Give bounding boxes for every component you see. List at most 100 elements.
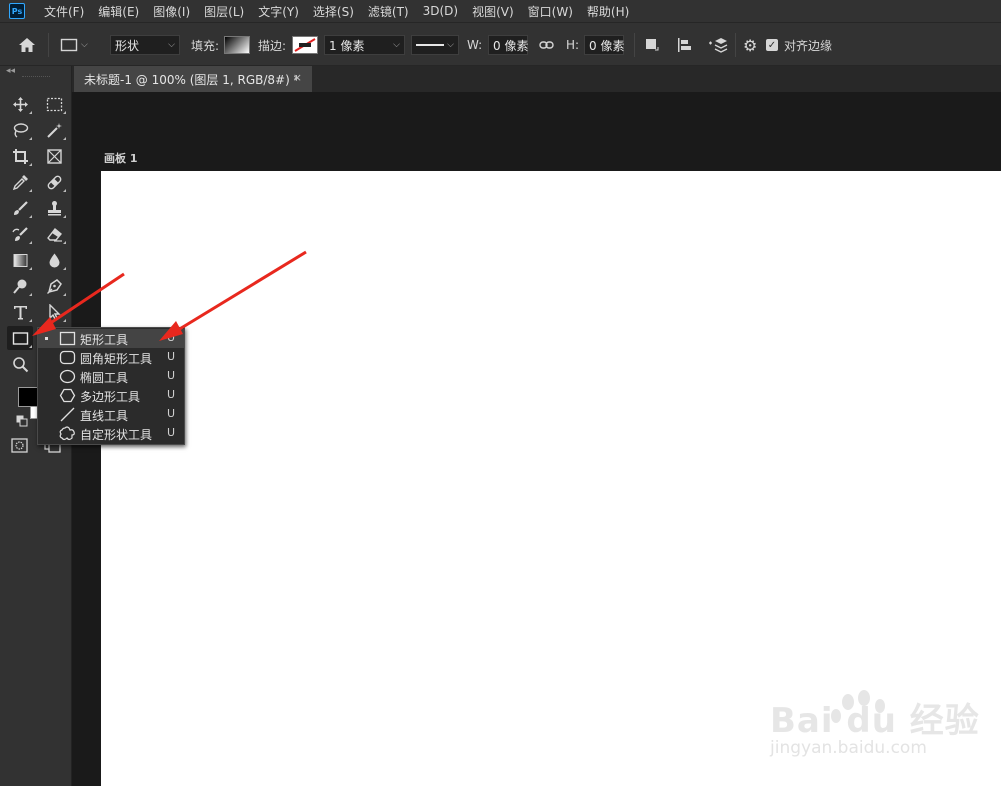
photoshop-logo: Ps [9, 3, 25, 19]
zoom-tool[interactable] [7, 352, 33, 376]
no-color-icon [294, 38, 316, 52]
separator [735, 33, 736, 57]
menu-select[interactable]: 选择(S) [306, 3, 361, 20]
width-field[interactable]: 0 像素 [488, 35, 528, 55]
rectangle-icon [59, 331, 76, 346]
clone-stamp-tool[interactable] [41, 196, 67, 220]
menu-layer[interactable]: 图层(L) [197, 3, 251, 20]
settings-button[interactable]: ⚙ [743, 23, 757, 67]
type-icon [13, 305, 27, 319]
rectangle-icon [12, 331, 28, 345]
menu-edit[interactable]: 编辑(E) [91, 3, 146, 20]
document-tab[interactable]: 未标题-1 @ 100% (图层 1, RGB/8#) * × [74, 66, 312, 92]
stroke-width-field[interactable]: 1 像素 ⌵ [324, 35, 405, 55]
flyout-item-shortcut: U [167, 350, 176, 363]
type-tool[interactable] [7, 300, 33, 324]
menu-image[interactable]: 图像(I) [146, 3, 197, 20]
menu-bar: Ps 文件(F) 编辑(E) 图像(I) 图层(L) 文字(Y) 选择(S) 滤… [0, 0, 1001, 22]
flyout-indicator-icon [29, 215, 32, 218]
tool-mode-select[interactable]: 形状 ⌵ [110, 35, 180, 55]
flyout-indicator-icon [29, 319, 32, 322]
magic-wand-icon [46, 122, 62, 138]
brush-tool[interactable] [7, 196, 33, 220]
dodge-tool[interactable] [7, 274, 33, 298]
flyout-item-rounded-rectangle-tool[interactable]: 圆角矩形工具 U [38, 348, 184, 367]
flyout-indicator-icon [63, 111, 66, 114]
panel-grip[interactable] [22, 76, 50, 79]
flyout-item-line-tool[interactable]: 直线工具 U [38, 405, 184, 424]
path-operations-button[interactable] [645, 23, 659, 67]
options-bar: ⌵ 形状 ⌵ 填充: 描边: 1 像素 ⌵ ⌵ W: 0 像素 H: 0 像素 … [0, 22, 1001, 66]
link-dimensions-button[interactable] [539, 23, 554, 67]
flyout-item-polygon-tool[interactable]: 多边形工具 U [38, 386, 184, 405]
path-alignment-button[interactable] [677, 23, 693, 67]
chevron-down-icon: ⌵ [447, 40, 454, 50]
tool-preset-picker[interactable]: ⌵ [60, 23, 88, 67]
align-edges-checkbox[interactable]: ✓ 对齐边缘 [766, 23, 832, 67]
flyout-item-label: 直线工具 [80, 409, 129, 423]
flyout-item-custom-shape-tool[interactable]: 自定形状工具 U [38, 424, 184, 443]
default-colors-button[interactable] [16, 415, 28, 427]
eraser-tool[interactable] [41, 222, 67, 246]
pen-icon [46, 278, 62, 294]
magnifier-icon [12, 356, 28, 372]
separator [634, 33, 635, 57]
path-selection-tool[interactable] [41, 300, 67, 324]
fill-swatch[interactable] [224, 36, 250, 54]
blur-tool[interactable] [41, 248, 67, 272]
gradient-tool[interactable] [7, 248, 33, 272]
path-arrangement-button[interactable] [708, 23, 728, 67]
eraser-icon [46, 227, 62, 242]
collapse-panel-icon[interactable]: ◂◂ [6, 66, 15, 76]
flyout-indicator-icon [29, 241, 32, 244]
brush-icon [13, 200, 28, 215]
frame-tool[interactable] [41, 144, 67, 168]
foreground-color-swatch[interactable] [18, 387, 38, 407]
pen-tool[interactable] [41, 274, 67, 298]
stroke-swatch[interactable] [292, 36, 318, 54]
crop-tool[interactable] [7, 144, 33, 168]
dodge-icon [12, 279, 26, 294]
menu-help[interactable]: 帮助(H) [580, 3, 636, 20]
path-operations-icon [646, 39, 659, 51]
flyout-item-shortcut: U [167, 331, 176, 344]
healing-brush-tool[interactable] [41, 170, 67, 194]
flyout-indicator-icon [63, 241, 66, 244]
line-icon [60, 407, 75, 422]
watermark-brand: Bai du 经验 [770, 701, 980, 741]
magic-wand-tool[interactable] [41, 118, 67, 142]
document-tab-bar: 未标题-1 @ 100% (图层 1, RGB/8#) * × [72, 66, 1001, 92]
flyout-item-shortcut: U [167, 369, 176, 382]
height-field[interactable]: 0 像素 [584, 35, 624, 55]
shape-tools-flyout: 矩形工具 U 圆角矩形工具 U 椭圆工具 U 多边形工具 U 直线工具 U 自定… [37, 327, 185, 445]
menu-filter[interactable]: 滤镜(T) [361, 3, 416, 20]
history-brush-tool[interactable] [7, 222, 33, 246]
artboard-label[interactable]: 画板 1 [104, 150, 137, 166]
fill-label: 填充: [191, 38, 220, 53]
marquee-tool[interactable] [41, 92, 67, 116]
flyout-indicator-icon [29, 345, 32, 348]
rectangle-tool[interactable] [7, 326, 33, 350]
flyout-indicator-icon [29, 189, 32, 192]
flyout-item-label: 矩形工具 [80, 333, 129, 347]
quick-mask-button[interactable] [11, 438, 28, 453]
stroke-type-select[interactable]: ⌵ [411, 35, 459, 55]
document-tab-title: 未标题-1 @ 100% (图层 1, RGB/8#) * [84, 72, 300, 87]
lasso-tool[interactable] [7, 118, 33, 142]
menu-window[interactable]: 窗口(W) [521, 3, 580, 20]
eyedropper-tool[interactable] [7, 170, 33, 194]
menu-file[interactable]: 文件(F) [37, 3, 91, 20]
menu-3d[interactable]: 3D(D) [416, 4, 465, 18]
history-brush-icon [11, 226, 28, 241]
link-icon [539, 41, 554, 49]
home-button[interactable] [18, 23, 36, 67]
gradient-icon [13, 253, 27, 267]
flyout-item-ellipse-tool[interactable]: 椭圆工具 U [38, 367, 184, 386]
flyout-item-shortcut: U [167, 388, 176, 401]
path-selection-arrow-icon [48, 303, 61, 321]
flyout-item-rectangle-tool[interactable]: 矩形工具 U [38, 329, 184, 348]
close-icon[interactable]: × [293, 71, 302, 84]
menu-view[interactable]: 视图(V) [465, 3, 521, 20]
move-tool[interactable] [7, 92, 33, 116]
menu-type[interactable]: 文字(Y) [251, 3, 306, 20]
